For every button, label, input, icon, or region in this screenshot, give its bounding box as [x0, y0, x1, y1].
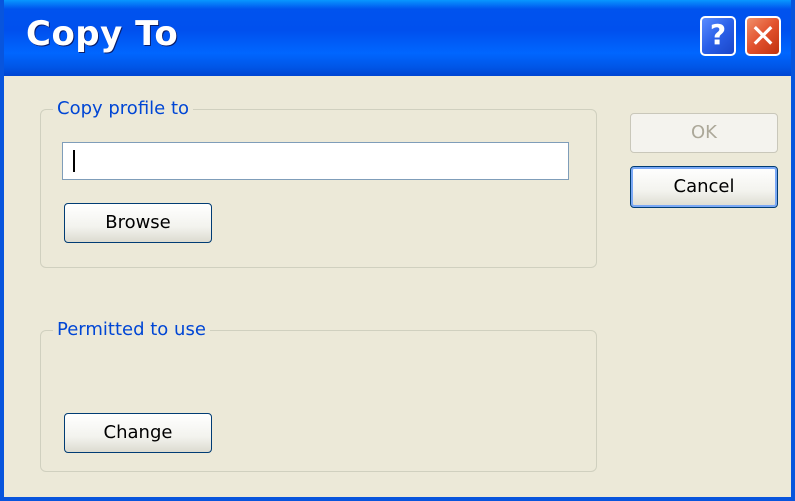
browse-button[interactable]: Browse — [64, 203, 212, 243]
change-button[interactable]: Change — [64, 413, 212, 453]
permitted-to-use-label: Permitted to use — [53, 319, 210, 340]
copy-profile-label: Copy profile to — [53, 98, 194, 119]
copy-profile-group — [40, 109, 597, 268]
ok-button[interactable]: OK — [630, 113, 778, 153]
help-button[interactable]: ? — [700, 16, 736, 56]
copy-profile-path-input[interactable] — [62, 142, 569, 180]
question-mark-icon: ? — [709, 18, 727, 51]
close-button[interactable]: ✕ — [745, 16, 781, 56]
cancel-button[interactable]: Cancel — [630, 166, 778, 208]
dialog-title: Copy To — [26, 14, 179, 54]
text-caret — [73, 150, 75, 172]
close-icon: ✕ — [749, 17, 777, 55]
title-bar[interactable]: Copy To ? ✕ — [4, 0, 791, 76]
copy-to-dialog: Copy To ? ✕ Copy profile to Browse Permi… — [0, 0, 795, 501]
